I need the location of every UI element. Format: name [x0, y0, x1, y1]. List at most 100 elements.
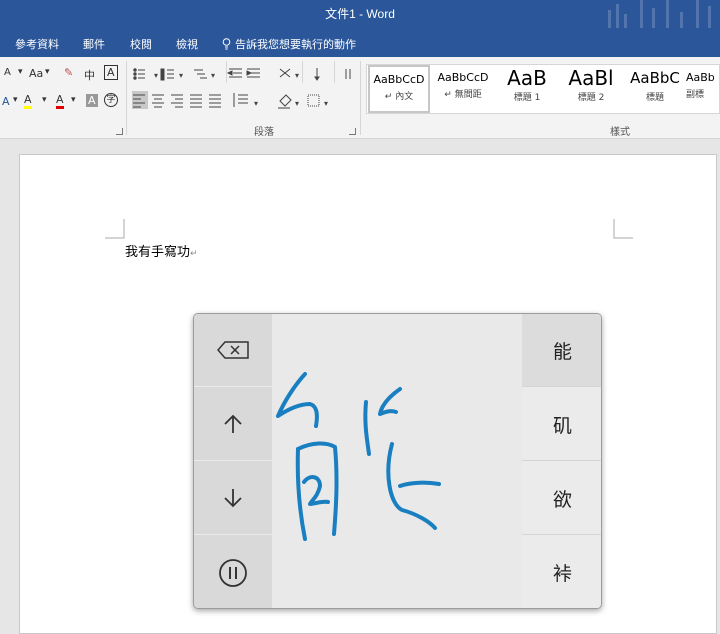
- candidate-list: 能 矶 欲 裃: [522, 314, 601, 608]
- dropdown-arrow-icon[interactable]: ▾: [71, 95, 76, 105]
- handwriting-control-column: [194, 314, 272, 608]
- multilevel-list-icon: [194, 69, 207, 79]
- style-preview: AaBbC: [630, 69, 680, 87]
- document-body-text: 我有手寫功: [125, 245, 191, 260]
- style-name: 標題 1: [513, 93, 541, 103]
- style-name: 標題 2: [577, 93, 605, 103]
- tab-references[interactable]: 參考資料: [15, 36, 59, 52]
- style-preview: AaBbCcD: [437, 71, 489, 84]
- svg-text:▾: ▾: [211, 71, 215, 80]
- enclose-characters-button[interactable]: 字: [104, 93, 118, 107]
- style-name: ↵ 內文: [384, 92, 414, 102]
- document-text[interactable]: 我有手寫功↵: [125, 241, 198, 260]
- margin-corner-top-left: [105, 219, 125, 239]
- paragraph-dialog-launcher[interactable]: [349, 128, 356, 135]
- align-right-icon: [171, 94, 183, 108]
- margin-corner-top-right: [613, 219, 633, 239]
- arrow-up-key[interactable]: [194, 388, 272, 461]
- shading-icon: [278, 94, 292, 109]
- align-left-selected-bg: [132, 91, 148, 109]
- dropdown-arrow-icon[interactable]: ▾: [45, 67, 50, 77]
- style-name: 副標: [686, 90, 705, 100]
- style-subtitle[interactable]: AaBb 副標: [686, 65, 720, 113]
- numbering-icon: [160, 68, 174, 81]
- candidate-3[interactable]: 欲: [522, 462, 601, 535]
- tell-me-search[interactable]: 告訴我您想要執行的動作: [222, 36, 356, 52]
- increase-indent-icon: [246, 68, 260, 78]
- group-separator: [334, 61, 335, 83]
- style-heading-1[interactable]: AaB 標題 1: [496, 65, 558, 113]
- svg-text:▾: ▾: [295, 71, 299, 80]
- line-spacing-icon: [233, 93, 248, 107]
- group-separator: [360, 61, 361, 135]
- font-dialog-launcher[interactable]: [116, 128, 123, 135]
- style-heading-2[interactable]: AaBl 標題 2: [560, 65, 622, 113]
- justify-icon: [190, 94, 202, 108]
- style-normal[interactable]: AaBbCcD ↵ 內文: [368, 65, 430, 113]
- font-color-button[interactable]: A: [56, 93, 64, 109]
- decrease-indent-icon: [226, 68, 242, 78]
- lightbulb-icon: [222, 38, 231, 50]
- svg-text:▾: ▾: [179, 71, 183, 80]
- change-case-button[interactable]: Aa: [29, 67, 43, 80]
- dropdown-arrow-icon[interactable]: ▾: [42, 95, 47, 105]
- svg-text:▾: ▾: [254, 99, 258, 108]
- style-no-spacing[interactable]: AaBbCcD ↵ 無間距: [432, 65, 494, 113]
- group-separator: [226, 61, 227, 83]
- character-border-button[interactable]: A: [104, 65, 118, 80]
- bullets-icon: [133, 68, 145, 80]
- styles-gallery: AaBbCcD ↵ 內文 AaBbCcD ↵ 無間距 AaB 標題 1 AaBl…: [366, 64, 720, 114]
- highlight-color-button[interactable]: A: [24, 93, 32, 109]
- candidate-2[interactable]: 矶: [522, 388, 601, 461]
- backspace-key[interactable]: [194, 314, 272, 387]
- candidate-1[interactable]: 能: [522, 314, 601, 387]
- text-effects-button[interactable]: A: [2, 95, 10, 108]
- dropdown-arrow-icon[interactable]: ▾: [13, 95, 18, 105]
- character-shading-button[interactable]: A: [86, 94, 98, 107]
- tell-me-text: 告訴我您想要執行的動作: [235, 38, 356, 51]
- style-name: ↵ 無間距: [444, 90, 482, 100]
- phonetic-guide-button[interactable]: 中: [84, 67, 95, 83]
- pause-icon: [219, 558, 247, 587]
- svg-text:▾: ▾: [324, 99, 328, 108]
- grow-font-button[interactable]: A: [4, 67, 11, 78]
- handwriting-panel: 能 矶 欲 裃: [193, 313, 602, 609]
- style-preview: AaBl: [568, 66, 614, 90]
- style-preview: AaBbCcD: [373, 73, 425, 86]
- title-decoration: [600, 0, 720, 28]
- svg-text:▾: ▾: [154, 71, 158, 80]
- group-separator: [302, 61, 303, 83]
- clear-formatting-icon[interactable]: ✎: [64, 66, 73, 79]
- asian-layout-icon: [279, 68, 291, 78]
- handwriting-canvas[interactable]: [272, 314, 522, 608]
- tab-review[interactable]: 校閱: [130, 36, 152, 52]
- title-bar: 文件1 - Word: [0, 0, 720, 28]
- backspace-icon: [217, 341, 249, 359]
- distributed-icon: [209, 94, 221, 108]
- menu-bar: 參考資料 郵件 校閱 檢視 告訴我您想要執行的動作: [0, 28, 720, 57]
- align-center-icon: [152, 94, 164, 108]
- paragraph-group-label: 段落: [254, 127, 274, 138]
- ribbon: A ▾ Aa ▾ ✎ 中 A A ▾ A ▾ A ▾ A 字 ▾ ▾ ▾ ▾ ▾…: [0, 57, 720, 139]
- arrow-down-icon: [224, 489, 242, 508]
- dropdown-arrow-icon[interactable]: ▾: [18, 67, 23, 77]
- ink-strokes: [276, 372, 441, 541]
- show-formatting-marks-icon: [345, 69, 351, 79]
- pause-key[interactable]: [194, 536, 272, 608]
- group-separator: [126, 61, 127, 135]
- arrow-up-icon: [224, 414, 242, 433]
- paragraph-mark-icon: ↵: [190, 249, 198, 259]
- sort-icon: [314, 68, 320, 81]
- svg-text:▾: ▾: [295, 99, 299, 108]
- tab-view[interactable]: 檢視: [176, 36, 198, 52]
- styles-group-label: 樣式: [610, 127, 630, 138]
- borders-icon: [307, 94, 320, 107]
- style-title[interactable]: AaBbC 標題: [624, 65, 686, 113]
- style-preview: AaBb: [686, 71, 715, 84]
- arrow-down-key[interactable]: [194, 462, 272, 535]
- style-name: 標題: [645, 93, 664, 103]
- candidate-4[interactable]: 裃: [522, 536, 601, 608]
- paragraph-tools: ▾ ▾ ▾ ▾ ▾ ▾ ▾: [132, 68, 351, 109]
- style-preview: AaB: [507, 66, 547, 90]
- tab-mailings[interactable]: 郵件: [83, 36, 105, 52]
